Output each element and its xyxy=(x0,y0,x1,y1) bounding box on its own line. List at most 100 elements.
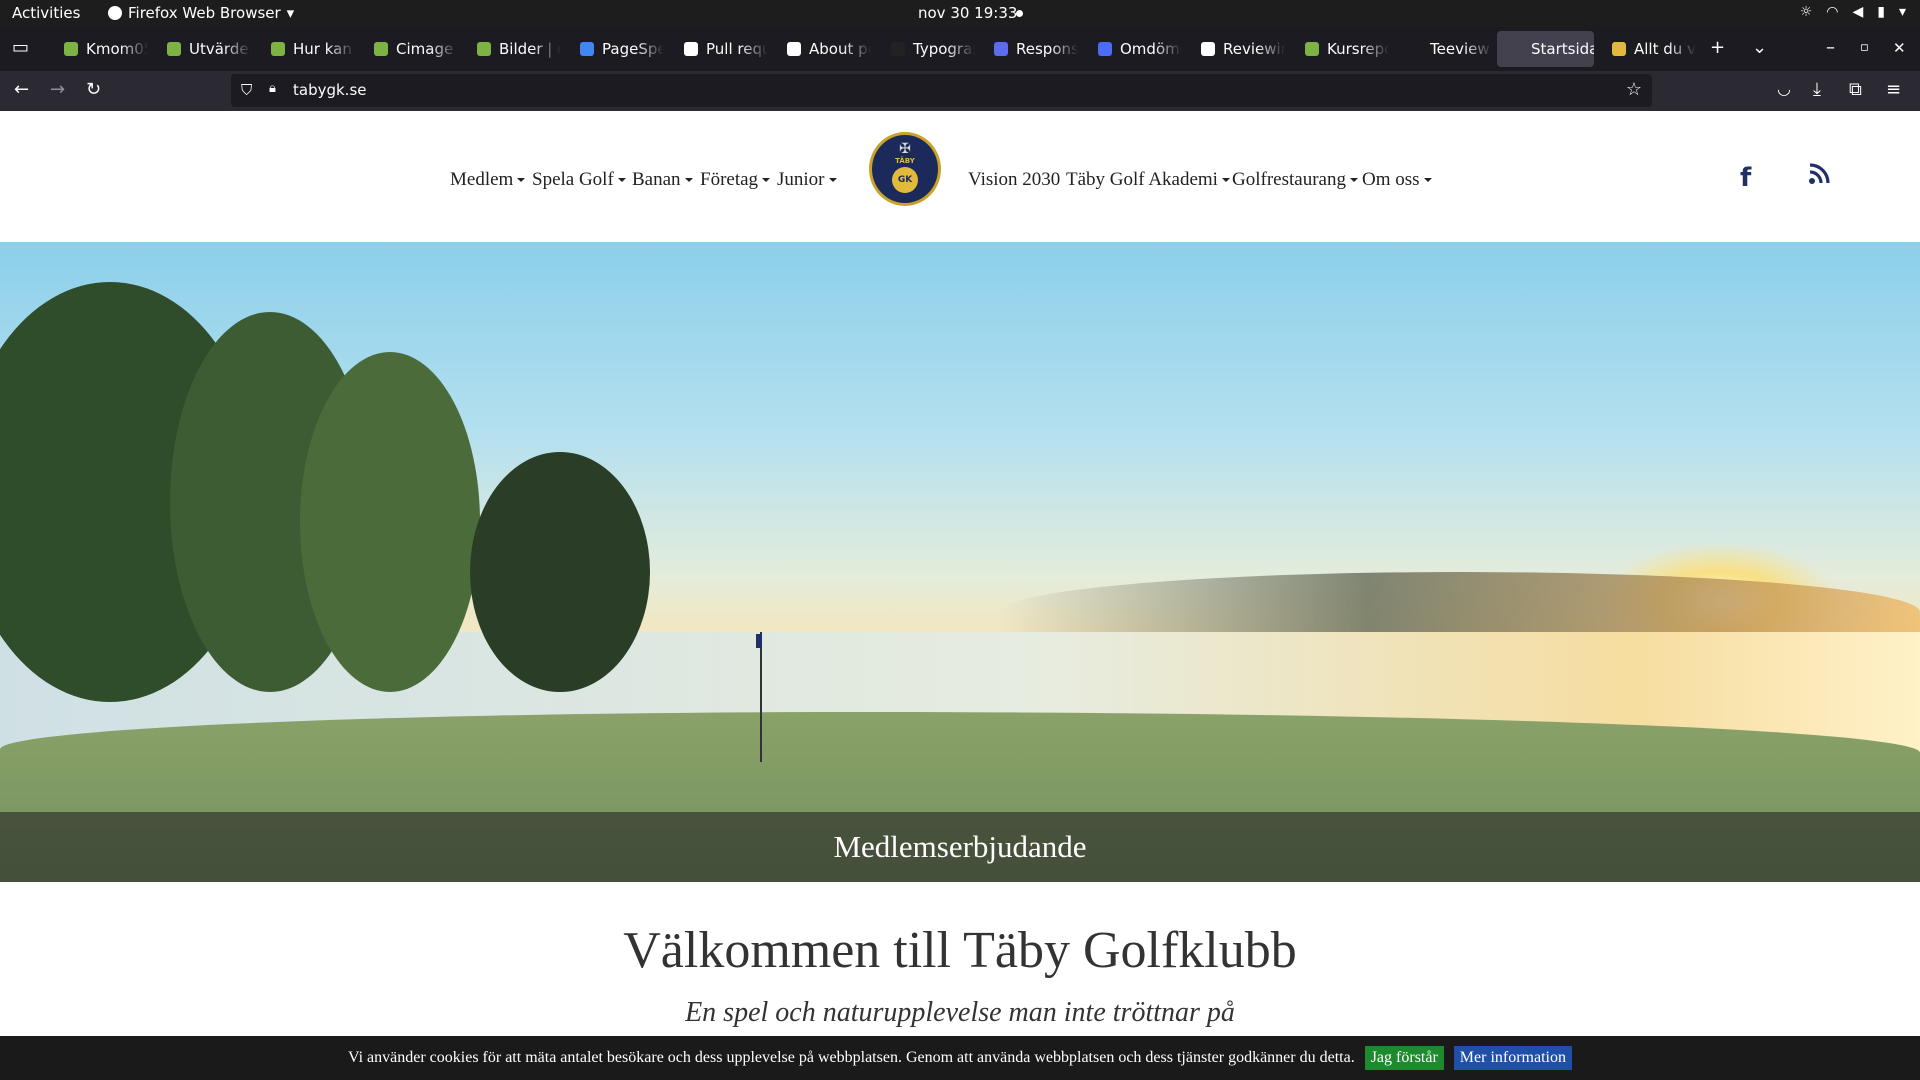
browser-tab[interactable]: Reviewin xyxy=(1189,31,1285,67)
tab-favicon-icon xyxy=(787,42,801,56)
browser-tab[interactable]: Typograp xyxy=(879,31,975,67)
tree xyxy=(470,452,650,692)
tab-favicon-icon xyxy=(994,42,1008,56)
more-info-button[interactable]: Mer information xyxy=(1453,1046,1572,1070)
nav-item-label: Banan xyxy=(632,169,681,190)
nav-item-label: Om oss xyxy=(1362,169,1420,190)
flag xyxy=(756,634,762,648)
menu-icon[interactable]: ≡ xyxy=(1886,79,1901,100)
url-text[interactable]: tabygk.se xyxy=(293,81,367,99)
system-top-bar: Activities Firefox Web Browser ▾ nov 30 … xyxy=(0,0,1920,27)
browser-tab[interactable]: About pu xyxy=(775,31,871,67)
tab-fade xyxy=(1154,31,1182,67)
nav-item[interactable]: Om oss xyxy=(1362,169,1432,191)
tabygk-logo[interactable]: ✠ TÄBY GK xyxy=(869,132,941,206)
clock[interactable]: nov 30 19:33 xyxy=(918,4,1017,22)
activities-button[interactable]: Activities xyxy=(12,4,80,22)
nav-item[interactable]: Banan xyxy=(632,169,693,191)
browser-tab[interactable]: Startsida |✕ xyxy=(1497,31,1594,67)
minimize-icon[interactable]: – xyxy=(1826,37,1835,58)
hero-slideshow[interactable]: Medlemserbjudande xyxy=(0,242,1920,882)
nav-item-label: Täby Golf Akademi xyxy=(1066,169,1218,190)
browser-tab[interactable]: Pull requ xyxy=(672,31,768,67)
browser-tab[interactable]: Kmom05 xyxy=(52,31,148,67)
page-title: Välkommen till Täby Golfklubb xyxy=(623,922,1297,979)
browser-tab[interactable]: PageSpe xyxy=(568,31,664,67)
restore-icon[interactable]: ▫ xyxy=(1860,40,1869,55)
tab-favicon-icon xyxy=(684,42,698,56)
tab-fade xyxy=(1361,31,1389,67)
nav-item[interactable]: Företag xyxy=(700,169,771,191)
nav-item-label: Företag xyxy=(700,169,759,190)
downloads-icon[interactable]: ⤓ xyxy=(1813,79,1821,100)
browser-tab[interactable]: Bilder | d xyxy=(465,31,561,67)
tab-favicon-icon xyxy=(1201,42,1215,56)
brightness-icon: ☼ xyxy=(1799,4,1813,20)
tab-favicon-icon xyxy=(64,42,78,56)
back-arrow-icon[interactable]: ← xyxy=(14,79,29,100)
browser-tab[interactable]: Allt du vi xyxy=(1600,31,1696,67)
tab-fade xyxy=(430,31,458,67)
tab-fade xyxy=(327,31,355,67)
browser-tab[interactable]: Kursrepo xyxy=(1293,31,1389,67)
tab-label: Startsida | xyxy=(1531,40,1594,58)
rss-icon[interactable] xyxy=(1808,163,1830,191)
tab-favicon-icon xyxy=(1509,42,1523,56)
browser-tab[interactable]: Teeview xyxy=(1396,31,1492,67)
page-subtitle: En spel och naturupplevelse man inte trö… xyxy=(685,997,1235,1028)
browser-tab[interactable]: Cimage - xyxy=(362,31,458,67)
reload-icon[interactable]: ↻ xyxy=(86,79,101,100)
tab-fade xyxy=(120,31,148,67)
nav-item-label: Spela Golf xyxy=(532,169,614,190)
accept-cookies-button[interactable]: Jag förstår xyxy=(1364,1046,1444,1070)
browser-tab[interactable]: Responsi xyxy=(982,31,1078,67)
nav-item-label: Medlem xyxy=(450,169,514,190)
tab-fade xyxy=(1257,31,1285,67)
browser-tab[interactable]: Omdöme xyxy=(1086,31,1182,67)
new-tab-icon[interactable]: + xyxy=(1710,37,1725,58)
nav-item[interactable]: Spela Golf xyxy=(532,169,626,191)
bookmark-star-icon[interactable]: ☆ xyxy=(1626,79,1642,100)
url-bar[interactable]: ⛉ 🔒︎ tabygk.se ☆ xyxy=(231,74,1652,107)
forward-arrow-icon[interactable]: → xyxy=(50,79,65,100)
facebook-icon[interactable]: f xyxy=(1740,163,1751,193)
tab-favicon-icon xyxy=(1305,42,1319,56)
site-navigation: Medlem Spela Golf Banan Företag Junior ✠ TÄB… xyxy=(0,111,1920,242)
firefox-view-icon[interactable]: ▭ xyxy=(12,37,29,58)
app-menu[interactable]: Firefox Web Browser ▾ xyxy=(108,4,294,22)
web-page: Medlem Spela Golf Banan Företag Junior ✠ TÄB… xyxy=(0,111,1920,1080)
caret-down-icon xyxy=(1423,178,1432,182)
notification-dot-icon xyxy=(1016,10,1023,17)
hero-caption[interactable]: Medlemserbjudande xyxy=(0,812,1920,882)
nav-item[interactable]: Vision 2030 xyxy=(968,169,1060,191)
nav-item-label: Vision 2030 xyxy=(968,169,1061,190)
tab-favicon-icon xyxy=(374,42,388,56)
nav-item[interactable]: Medlem xyxy=(450,169,526,191)
extensions-icon[interactable]: ⧉ xyxy=(1849,79,1862,100)
nav-item-label: Junior xyxy=(777,169,825,190)
close-window-icon[interactable]: ✕ xyxy=(1893,39,1906,57)
browser-tab[interactable]: Hur kan v xyxy=(259,31,355,67)
cross-icon: ✠ xyxy=(899,142,911,157)
pocket-icon[interactable]: ◡ xyxy=(1777,79,1791,98)
tab-favicon-icon xyxy=(167,42,181,56)
lock-icon[interactable]: 🔒︎ xyxy=(269,81,276,96)
nav-item[interactable]: Täby Golf Akademi xyxy=(1066,169,1230,191)
tab-favicon-icon xyxy=(580,42,594,56)
tab-fade xyxy=(636,31,664,67)
browser-tab[interactable]: Utvärder xyxy=(155,31,251,67)
logo-text: TÄBY xyxy=(895,157,915,165)
tab-favicon-icon xyxy=(1098,42,1112,56)
tab-fade xyxy=(1050,31,1078,67)
list-all-tabs-icon[interactable]: ⌄ xyxy=(1752,37,1767,58)
nav-item[interactable]: Golfrestaurang xyxy=(1232,169,1358,191)
shield-icon[interactable]: ⛉ xyxy=(241,81,252,99)
chevron-down-icon: ▾ xyxy=(1898,4,1906,20)
system-tray[interactable]: ☼ ◠ ◀ ▮ ▾ xyxy=(1800,4,1906,20)
caret-down-icon xyxy=(1349,178,1358,182)
tab-fade xyxy=(1668,31,1696,67)
caret-down-icon xyxy=(762,178,771,182)
caret-down-icon xyxy=(517,178,526,182)
nav-item[interactable]: Junior xyxy=(777,169,837,191)
tree xyxy=(300,352,480,692)
